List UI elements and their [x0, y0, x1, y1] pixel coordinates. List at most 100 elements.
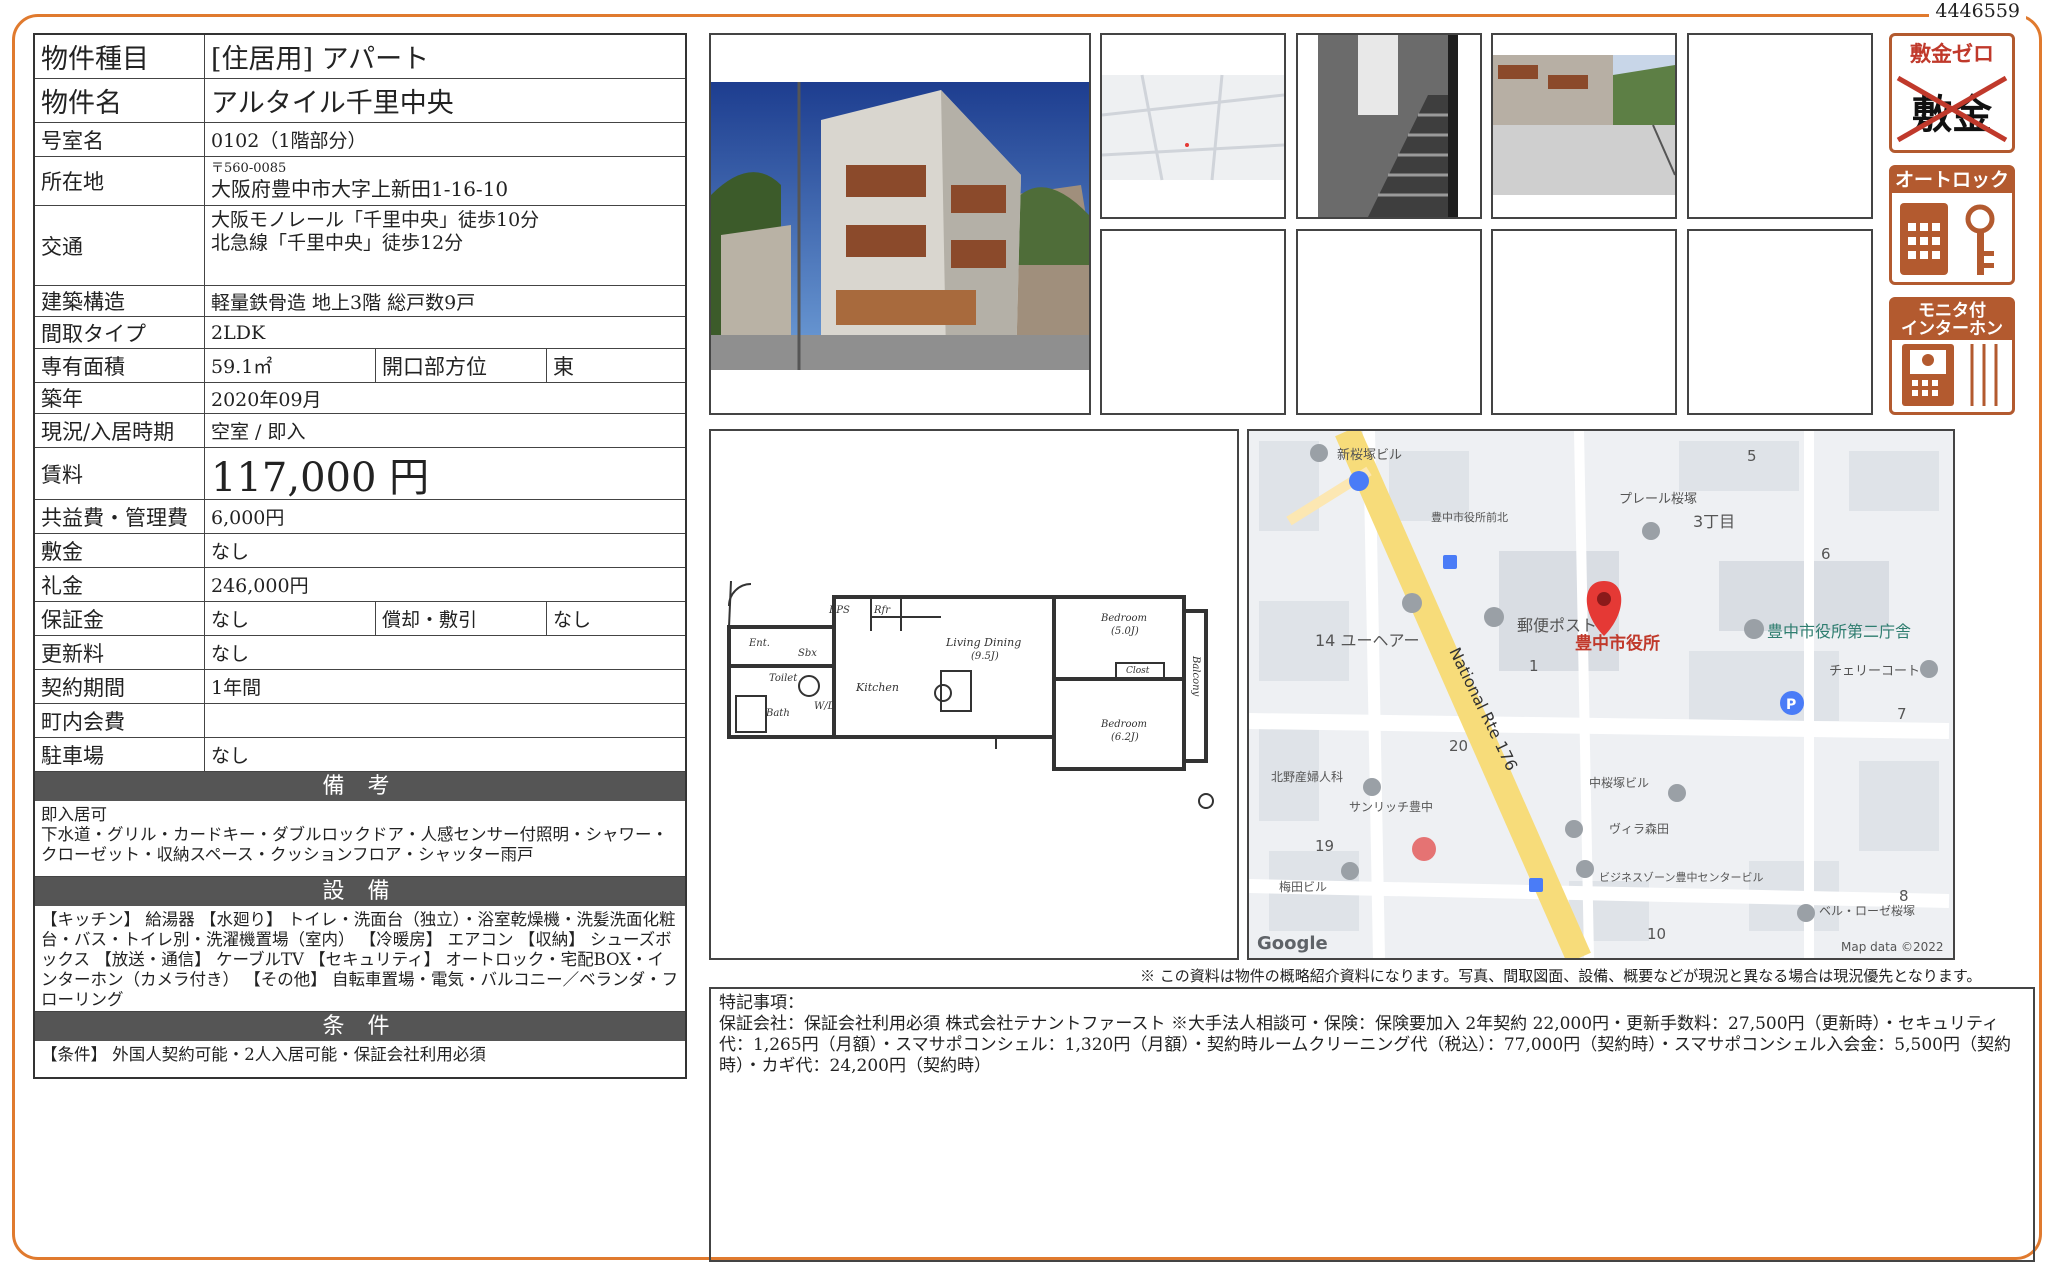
contract-value: 1年間 — [211, 677, 262, 699]
floor-plan: Ent. Sbx EPS Rfr W/D Bath Toilet Kitchen… — [709, 429, 1239, 960]
fee-value: 6,000円 — [211, 507, 285, 529]
fp-refrigerator: Rfr — [873, 605, 891, 616]
equipment-text: 【キッチン】 給湯器 【水廻り】 トイレ・洗面台（独立）・浴室乾燥機・洗髪洗面化… — [35, 906, 685, 1012]
contract-label: 契約期間 — [35, 670, 205, 703]
document-id: 4446559 — [1929, 0, 2026, 22]
fp-bedroom-1-size: (5.0J) — [1111, 626, 1139, 637]
transit-label: 交通 — [35, 206, 205, 285]
monitor-intercom-title: モニタ付 インターホン — [1892, 300, 2012, 340]
shopping-pin-icon — [1349, 471, 1369, 491]
name-value: アルタイル千里中央 — [211, 88, 454, 119]
address-value: 大阪府豊中市大字上新田1-16-10 — [211, 176, 509, 201]
key-money-value: 246,000円 — [211, 575, 309, 597]
fee-label: 共益費・管理費 — [35, 500, 205, 533]
empty-photo-slot-2 — [1100, 229, 1286, 415]
map-label-cityhall: 豊中市役所 — [1575, 633, 1660, 654]
empty-photo-slot-4 — [1491, 229, 1677, 415]
transit-line-2: 北急線「千里中央」徒歩12分 — [211, 231, 464, 254]
map-label-sunrich: サンリッチ豊中 — [1349, 799, 1433, 814]
empty-photo-slot-5 — [1687, 229, 1873, 415]
svg-text:P: P — [1786, 697, 1796, 713]
transit-line-1: 大阪モノレール「千里中央」徒歩10分 — [211, 209, 540, 231]
intercom-icon — [1902, 344, 1998, 406]
community-fee-label: 町内会費 — [35, 704, 205, 737]
cross-out-icon — [1896, 75, 2008, 143]
empty-photo-slot-3 — [1296, 229, 1482, 415]
room-value: 0102（1階部分） — [211, 130, 367, 152]
fp-living-size: (9.5J) — [971, 651, 999, 662]
map-label-post: 郵便ポスト — [1517, 616, 1597, 635]
fp-entrance: Ent. — [748, 638, 770, 649]
amortization-label: 償却・敷引 — [376, 602, 547, 635]
postal-code: 〒560-0085 — [211, 161, 287, 177]
address-label: 所在地 — [35, 157, 205, 205]
bus-stop-icon — [1443, 555, 1457, 569]
layout-label: 間取タイプ — [35, 317, 205, 348]
map-label-block5: 5 — [1747, 447, 1757, 465]
building-exterior-photo — [709, 33, 1091, 415]
map-label-villa: ヴィラ森田 — [1609, 821, 1669, 836]
fp-washer: W/D — [814, 701, 836, 712]
autolock-badge: オートロック — [1889, 165, 2015, 285]
autolock-text: オートロック — [1892, 168, 2012, 193]
room-label: 号室名 — [35, 123, 205, 156]
fp-toilet: Toilet — [769, 673, 798, 684]
zero-deposit-badge: 敷金ゼロ 敷金 — [1889, 33, 2015, 153]
deposit-value: なし — [211, 541, 250, 563]
map-label-prele: プレール桜塚 — [1619, 492, 1697, 507]
location-map-thumbnail — [1100, 33, 1286, 219]
structure-value: 軽量鉄骨造 地上3階 総戸数9戸 — [211, 291, 476, 314]
monitor-text: モニタ付 — [1918, 301, 1986, 321]
built-value: 2020年09月 — [211, 388, 322, 411]
map-data-credit: Map data ©2022 — [1841, 940, 1944, 954]
empty-photo-slot-1 — [1687, 33, 1873, 219]
special-notes-heading: 特記事項： — [719, 993, 804, 1013]
map-google-logo: Google — [1257, 933, 1328, 954]
direction-value: 東 — [553, 354, 574, 379]
fp-bedroom-2-size: (6.2J) — [1111, 732, 1139, 743]
fp-living-dining: Living Dining — [945, 636, 1021, 649]
fp-shoebox: Sbx — [798, 648, 817, 659]
conditions-text: 【条件】 外国人契約可能・2人入居可能・保証会社利用必須 — [41, 1045, 486, 1064]
parking-label: 駐車場 — [35, 738, 205, 771]
deposit-label: 敷金 — [35, 534, 205, 567]
type-value: [住居用] アパート — [211, 44, 430, 75]
guarantee-label: 保証金 — [35, 602, 205, 635]
map-label-block6: 6 — [1821, 545, 1831, 563]
fp-balcony: Balcony — [1190, 655, 1201, 697]
guarantee-value: なし — [205, 602, 376, 635]
map-label-busstop: 豊中市役所前北 — [1431, 510, 1508, 524]
map-label-block19: 19 — [1315, 837, 1334, 855]
fp-eps: EPS — [828, 605, 850, 616]
map-label-yuheya: 14 ユーヘアー — [1315, 631, 1420, 650]
amortization-value: なし — [553, 609, 592, 631]
structure-label: 建築構造 — [35, 286, 205, 316]
equipment-heading: 設 備 — [35, 877, 685, 906]
disclaimer-note: ※ この資料は物件の概略紹介資料になります。写真、間取図面、設備、概要などが現況… — [1140, 967, 1982, 985]
community-fee-value — [205, 704, 685, 737]
map-label-block10: 10 — [1647, 925, 1666, 943]
area-map: P 新桜塚ビル プレール桜塚 3丁目 5 6 豊中市役所前北 14 ユーヘアー … — [1247, 429, 1955, 960]
map-label-belrose: ベル・ローゼ桜塚 — [1819, 904, 1915, 918]
fp-bedroom-1: Bedroom — [1100, 613, 1147, 624]
map-label-block1: 1 — [1529, 657, 1539, 675]
built-label: 築年 — [35, 383, 205, 413]
map-label-block7: 7 — [1897, 705, 1907, 723]
type-label: 物件種目 — [35, 35, 205, 78]
map-label-block20: 20 — [1449, 737, 1468, 755]
fp-bath: Bath — [765, 708, 790, 719]
remarks-heading: 備 考 — [35, 772, 685, 801]
rent-label: 賃料 — [35, 448, 205, 499]
area-label: 専有面積 — [35, 349, 205, 382]
map-label-kitano: 北野産婦人科 — [1271, 769, 1343, 784]
area-value: 59.1㎡ — [205, 349, 376, 382]
staircase-photo — [1296, 33, 1482, 219]
map-label-cityhall-annex: 豊中市役所第二庁舎 — [1767, 622, 1911, 641]
parking-value: なし — [211, 745, 250, 767]
renewal-label: 更新料 — [35, 636, 205, 669]
entrance-area-photo — [1491, 33, 1677, 219]
autolock-keypad-icon — [1900, 203, 1995, 275]
map-label-umeda: 梅田ビル — [1279, 879, 1327, 894]
map-label-bizzone: ビジネスゾーン豊中センタービル — [1599, 871, 1763, 884]
status-value: 空室 / 即入 — [211, 421, 306, 443]
